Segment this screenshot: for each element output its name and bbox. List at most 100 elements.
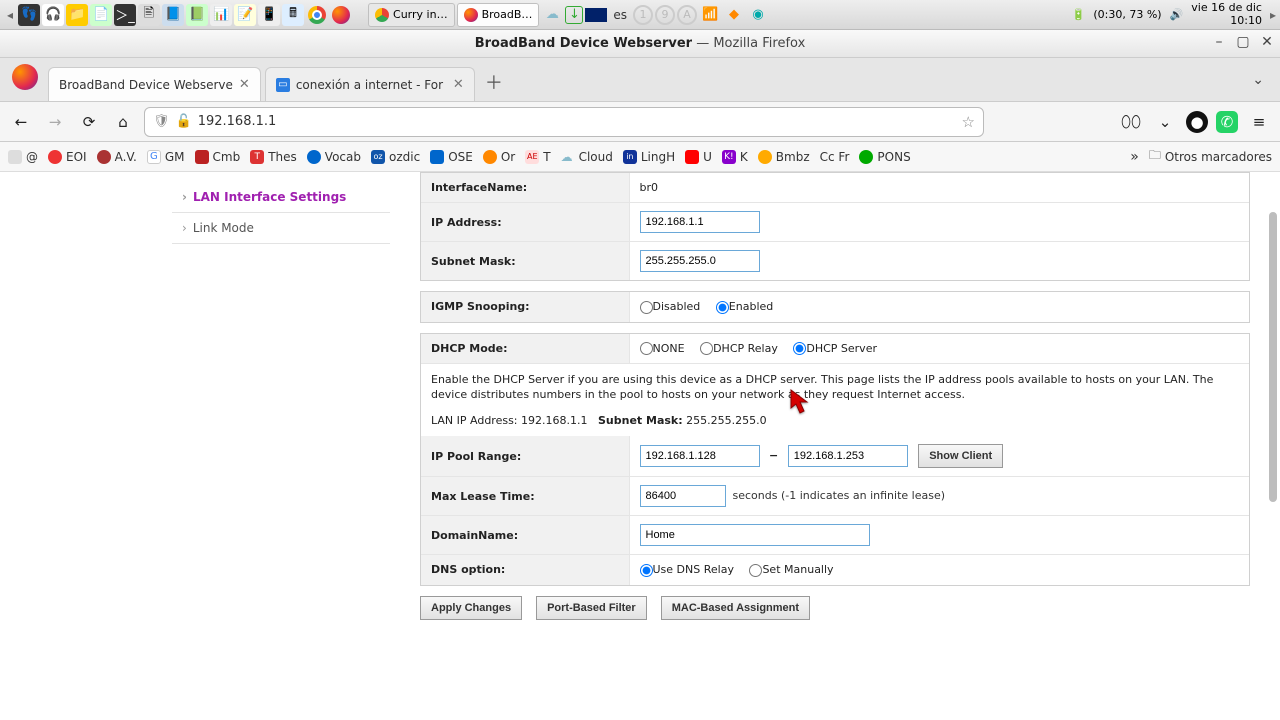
igmp-disabled-option[interactable]: Disabled — [640, 300, 701, 313]
igmp-enabled-option[interactable]: Enabled — [716, 300, 773, 313]
dnsoption-label: DNS option: — [421, 555, 629, 585]
app-icon[interactable]: 📄 — [90, 4, 112, 26]
bookmark-item[interactable]: U — [685, 150, 712, 164]
ippool-start-input[interactable] — [640, 445, 760, 467]
dhcp-none-option[interactable]: NONE — [640, 342, 685, 355]
new-tab-button[interactable]: ＋ — [479, 67, 509, 97]
forward-button[interactable]: → — [42, 109, 68, 135]
domainname-label: DomainName: — [421, 516, 629, 555]
bookmark-item[interactable]: ozozdic — [371, 150, 420, 164]
bookmark-item[interactable]: EOI — [48, 150, 87, 164]
taskbar-item[interactable]: Curry in… — [368, 3, 455, 27]
keyboard-layout[interactable]: es — [609, 8, 631, 22]
ippool-end-input[interactable] — [788, 445, 908, 467]
terminal-icon[interactable]: ＞_ — [114, 4, 136, 26]
subnet-label: Subnet Mask: — [598, 414, 683, 427]
window-minimize-icon[interactable]: – — [1212, 34, 1226, 50]
workspace-indicator[interactable]: A — [677, 5, 697, 25]
domainname-input[interactable] — [640, 524, 870, 546]
writer-icon[interactable]: 📘 — [162, 4, 184, 26]
chrome-icon[interactable] — [306, 4, 328, 26]
mac-assignment-button[interactable]: MAC-Based Assignment — [661, 596, 810, 620]
bookmark-item[interactable]: TThes — [250, 150, 297, 164]
bookmark-item[interactable]: inLingH — [623, 150, 675, 164]
subnetmask-input[interactable] — [640, 250, 760, 272]
workspace-indicator[interactable]: 1 — [633, 5, 653, 25]
bookmarks-overflow-icon[interactable]: » — [1130, 149, 1139, 165]
shield-icon[interactable]: 🛡 — [153, 114, 170, 129]
back-button[interactable]: ← — [8, 109, 34, 135]
bookmark-item[interactable]: PONS — [859, 150, 910, 164]
tab-close-icon[interactable]: ✕ — [453, 77, 464, 92]
download-icon[interactable]: ↓ — [565, 6, 583, 24]
ipaddress-input[interactable] — [640, 211, 760, 233]
reload-button[interactable]: ⟳ — [76, 109, 102, 135]
gnome-foot-icon[interactable]: 👣 — [18, 4, 40, 26]
sync-icon[interactable]: ◉ — [747, 4, 769, 26]
shield-icon[interactable]: ◆ — [723, 4, 745, 26]
bookmark-item[interactable]: Cc Fr — [820, 150, 850, 164]
tab-bar: BroadBand Device Webserve ✕ ▭ conexión a… — [0, 58, 1280, 102]
ipaddress-label: IP Address: — [421, 203, 629, 242]
scrollbar-thumb[interactable] — [1269, 212, 1277, 502]
dns-manual-option[interactable]: Set Manually — [749, 563, 833, 576]
bookmark-item[interactable]: K!K — [722, 150, 748, 164]
dhcp-server-option[interactable]: DHCP Server — [793, 342, 877, 355]
window-close-icon[interactable]: ✕ — [1260, 34, 1274, 50]
firefox-icon[interactable] — [330, 4, 352, 26]
bookmark-item[interactable]: A.V. — [97, 150, 137, 164]
menu-button[interactable]: ≡ — [1246, 109, 1272, 135]
app-icon[interactable]: 📁 — [66, 4, 88, 26]
calculator-icon[interactable]: 🖩 — [282, 4, 304, 26]
extension-icon[interactable]: ● — [1186, 111, 1208, 133]
bookmark-item[interactable]: ☁Cloud — [561, 150, 613, 164]
bookmark-item[interactable]: Bmbz — [758, 150, 810, 164]
url-bar[interactable]: 🛡 🔓 192.168.1.1 ☆ — [144, 107, 984, 137]
insecure-lock-icon[interactable]: 🔓 — [176, 114, 192, 129]
calc-icon[interactable]: 📗 — [186, 4, 208, 26]
chevron-right-icon — [182, 190, 187, 204]
workspace-indicator[interactable]: 9 — [655, 5, 675, 25]
pocket-icon[interactable]: ⌄ — [1152, 109, 1178, 135]
taskbar-item-active[interactable]: BroadB… — [457, 3, 540, 27]
network-icon[interactable]: 📶 — [699, 4, 721, 26]
clock[interactable]: vie 16 de dic 10:10 — [1191, 2, 1262, 26]
bookmark-item[interactable]: OSE — [430, 150, 473, 164]
vertical-scrollbar[interactable] — [1268, 172, 1278, 720]
cloud-icon[interactable]: ☁ — [541, 4, 563, 26]
menu-left-icon[interactable]: ◂ — [4, 8, 16, 22]
tab-close-icon[interactable]: ✕ — [239, 77, 250, 92]
bookmark-item[interactable]: Cmb — [195, 150, 241, 164]
apply-changes-button[interactable]: Apply Changes — [420, 596, 522, 620]
audacity-icon[interactable]: 🎧 — [42, 4, 64, 26]
bookmark-star-icon[interactable]: ☆ — [962, 113, 975, 131]
browser-tab[interactable]: ▭ conexión a internet - For ✕ — [265, 67, 475, 101]
bookmark-item[interactable]: Vocab — [307, 150, 361, 164]
flag-uk-icon[interactable] — [585, 8, 607, 22]
nav-link-mode[interactable]: Link Mode — [172, 213, 390, 244]
lease-input[interactable] — [640, 485, 726, 507]
window-maximize-icon[interactable]: ▢ — [1236, 34, 1250, 50]
mask-icon[interactable]: ⬯⬯ — [1118, 109, 1144, 135]
port-filter-button[interactable]: Port-Based Filter — [536, 596, 647, 620]
app-icon[interactable]: 📊 — [210, 4, 232, 26]
battery-icon[interactable]: 🔋 — [1072, 8, 1086, 21]
bookmark-item[interactable]: Or — [483, 150, 515, 164]
tabs-overflow-icon[interactable]: ⌄ — [1252, 72, 1274, 88]
bookmark-item[interactable]: @ — [8, 150, 38, 164]
dns-relay-option[interactable]: Use DNS Relay — [640, 563, 734, 576]
dhcp-relay-option[interactable]: DHCP Relay — [700, 342, 778, 355]
nav-lan-interface[interactable]: LAN Interface Settings — [172, 182, 390, 213]
other-bookmarks-folder[interactable]: 🗀Otros marcadores — [1149, 146, 1272, 167]
phone-icon[interactable]: 📱 — [258, 4, 280, 26]
volume-icon[interactable]: 🔊 — [1170, 8, 1184, 21]
whatsapp-icon[interactable]: ✆ — [1216, 111, 1238, 133]
app-icon[interactable]: 🖹 — [138, 4, 160, 26]
show-client-button[interactable]: Show Client — [918, 444, 1003, 468]
notes-icon[interactable]: 📝 — [234, 4, 256, 26]
bookmark-item[interactable]: GGM — [147, 150, 185, 164]
browser-tab-active[interactable]: BroadBand Device Webserve ✕ — [48, 67, 261, 101]
home-button[interactable]: ⌂ — [110, 109, 136, 135]
bookmark-item[interactable]: AET — [525, 150, 550, 164]
menu-right-icon[interactable]: ▸ — [1270, 8, 1276, 22]
